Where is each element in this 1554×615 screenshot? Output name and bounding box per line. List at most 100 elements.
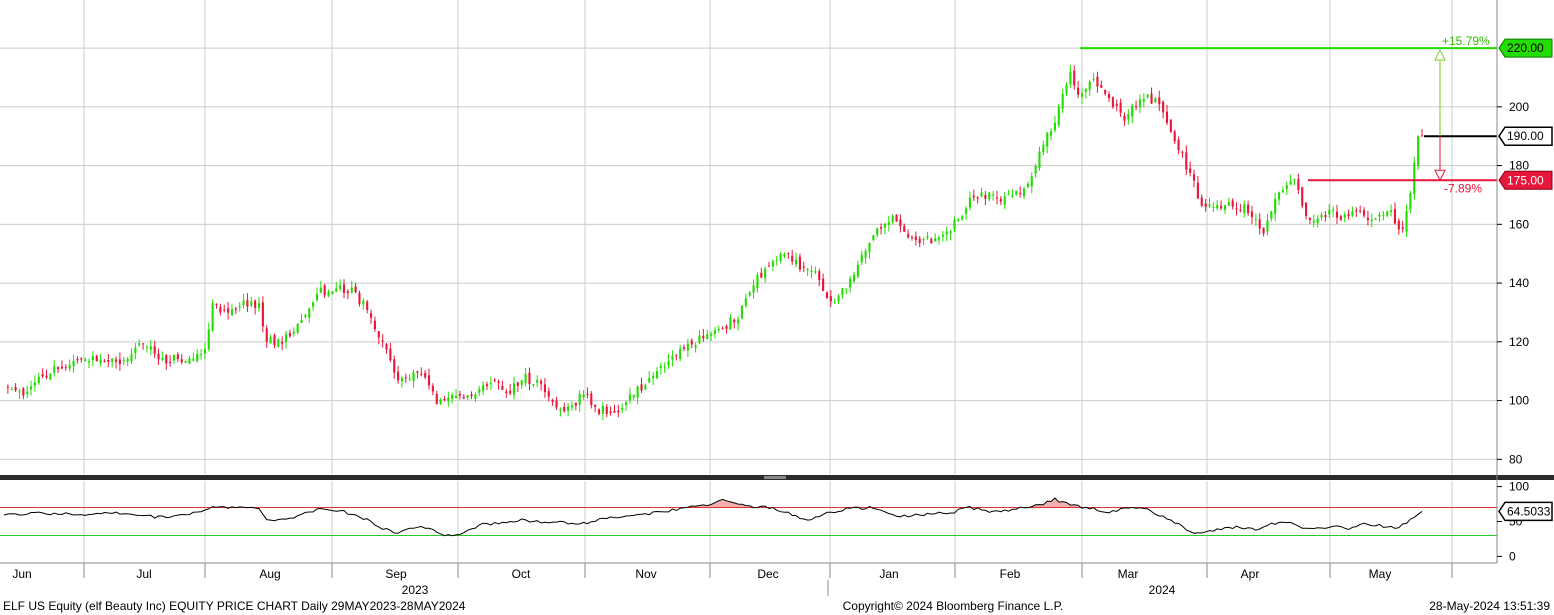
candle-up — [775, 259, 778, 261]
candle-up — [686, 343, 689, 351]
candle-down — [880, 227, 883, 229]
last-price-label: 190.00 — [1507, 129, 1544, 143]
candle-up — [713, 330, 716, 334]
candle-up — [1289, 180, 1292, 185]
candle-up — [1011, 195, 1014, 197]
candle-up — [1223, 205, 1227, 210]
candle-down — [1073, 70, 1076, 86]
candle-down — [1019, 192, 1022, 194]
candle-down — [114, 359, 118, 362]
candle-up — [447, 398, 450, 401]
candle-up — [1127, 114, 1130, 120]
x-tick-label: Mar — [1118, 567, 1139, 581]
candle-down — [574, 402, 577, 406]
candle-up — [937, 237, 941, 240]
candle-up — [172, 354, 176, 361]
candle-down — [288, 333, 291, 337]
candle-down — [1339, 216, 1342, 220]
candle-up — [284, 334, 288, 342]
candle-up — [864, 250, 867, 258]
candle-down — [528, 372, 531, 384]
candle-up — [482, 385, 485, 391]
candle-down — [1123, 115, 1126, 121]
candle-up — [53, 366, 56, 373]
x-tick-label: Jan — [879, 567, 898, 581]
candle-up — [18, 391, 21, 393]
candle-up — [1351, 211, 1354, 216]
candle-down — [1104, 90, 1107, 94]
candle-down — [57, 367, 60, 370]
candle-up — [1022, 188, 1026, 197]
candle-down — [829, 296, 832, 302]
candle-up — [130, 353, 133, 362]
high-level-label: 220.00 — [1507, 41, 1544, 55]
candle-up — [559, 409, 562, 411]
candle-up — [621, 407, 624, 410]
candle-down — [346, 291, 349, 293]
candle-up — [636, 386, 639, 398]
candle-up — [300, 319, 303, 323]
panel-resize-handle[interactable] — [764, 476, 786, 479]
candle-up — [1277, 192, 1281, 200]
candle-up — [37, 376, 40, 384]
candle-up — [1053, 122, 1057, 131]
candle-up — [292, 331, 295, 334]
candle-up — [652, 375, 655, 379]
candle-up — [1390, 210, 1393, 212]
candle-down — [505, 391, 508, 394]
candle-up — [717, 329, 720, 331]
candle-up — [184, 360, 187, 363]
candle-up — [250, 301, 253, 306]
chart-canvas: 80100120140160180200 050100 220.00 190.0… — [0, 0, 1554, 615]
x-tick-label: May — [1369, 567, 1392, 581]
candle-up — [203, 349, 206, 354]
candle-up — [362, 300, 365, 305]
candle-up — [1069, 71, 1072, 85]
price-tick-label: 200 — [1509, 100, 1529, 114]
candle-up — [814, 271, 817, 273]
candle-down — [369, 313, 373, 318]
candle-down — [485, 384, 489, 387]
candle-up — [524, 374, 527, 384]
candle-up — [1065, 84, 1068, 94]
candle-up — [1131, 105, 1134, 117]
candle-up — [941, 234, 944, 237]
candle-down — [1096, 76, 1099, 87]
candle-up — [856, 264, 859, 277]
candle-up — [679, 348, 682, 360]
candle-up — [1312, 220, 1315, 223]
candle-down — [60, 366, 64, 369]
candle-down — [6, 386, 9, 388]
year-label-2024: 2024 — [1149, 583, 1176, 597]
candle-up — [764, 268, 767, 279]
candle-down — [246, 300, 249, 307]
candle-up — [91, 356, 94, 361]
candle-down — [613, 410, 616, 413]
candle-up — [667, 360, 670, 366]
candle-down — [1158, 97, 1161, 105]
candle-up — [134, 347, 137, 354]
candle-down — [354, 286, 357, 293]
candle-up — [207, 329, 210, 350]
candle-down — [219, 306, 222, 313]
candle-down — [424, 372, 427, 378]
candle-down — [605, 406, 608, 415]
candle-up — [466, 395, 469, 398]
candle-down — [1077, 87, 1080, 95]
candle-up — [756, 274, 759, 289]
candle-up — [968, 197, 971, 208]
candle-up — [296, 324, 299, 333]
candle-down — [1196, 182, 1199, 199]
candle-up — [694, 345, 697, 348]
candle-up — [211, 303, 214, 331]
price-tick-label: 140 — [1509, 276, 1529, 290]
low-level-label: 175.00 — [1507, 173, 1544, 187]
candle-down — [1135, 106, 1138, 108]
candle-up — [771, 261, 774, 267]
candle-up — [845, 288, 848, 290]
candle-up — [315, 294, 319, 301]
candle-down — [1192, 174, 1196, 181]
candle-down — [802, 266, 805, 268]
candle-down — [431, 385, 434, 392]
candle-down — [342, 284, 346, 293]
